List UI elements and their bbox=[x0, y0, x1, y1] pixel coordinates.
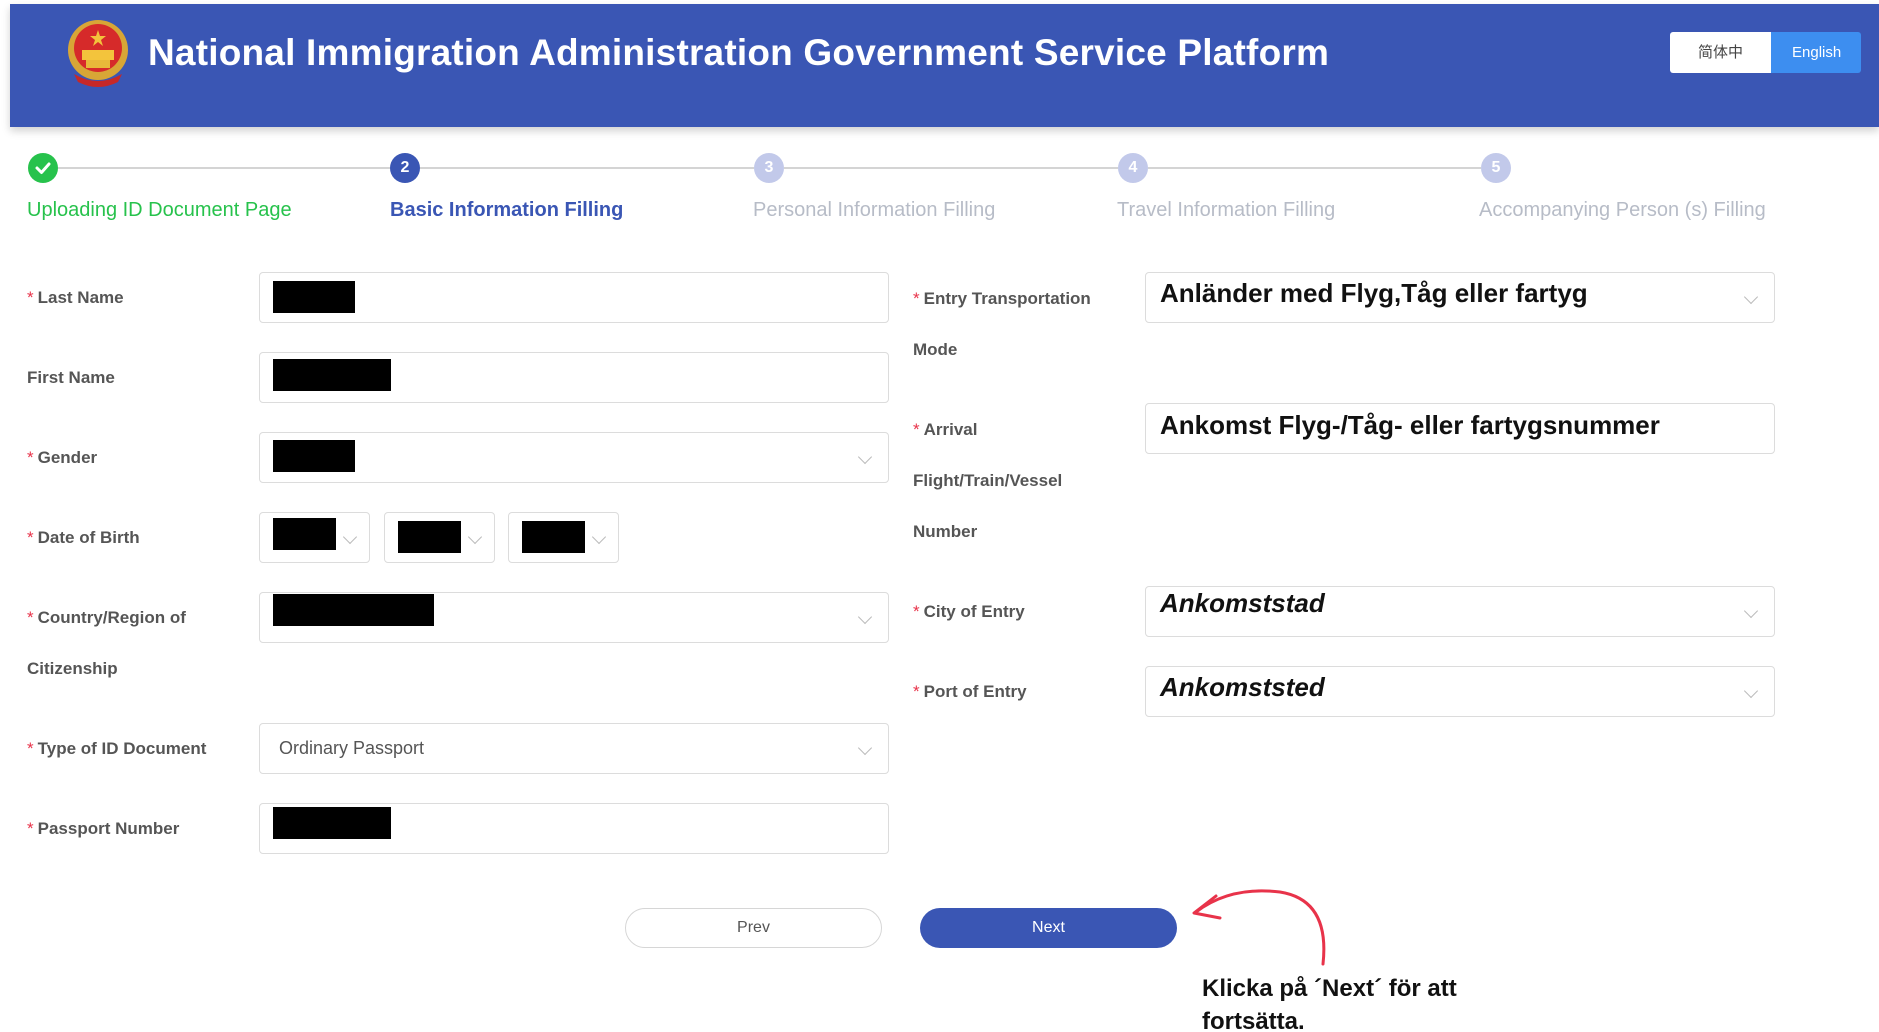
dob-month-select[interactable] bbox=[384, 512, 495, 563]
chevron-down-icon bbox=[857, 449, 873, 464]
next-button[interactable]: Next bbox=[920, 908, 1177, 948]
required-marker: * bbox=[27, 608, 34, 627]
chevron-down-icon bbox=[1743, 289, 1759, 304]
port-of-entry-select[interactable]: Ankomststed bbox=[1145, 666, 1775, 717]
step-2-label: Basic Information Filling bbox=[390, 199, 624, 221]
redaction-box bbox=[398, 521, 461, 553]
arrival-number-annotation: Ankomst Flyg-/Tåg- eller fartygsnummer bbox=[1160, 410, 1660, 440]
last-name-input[interactable] bbox=[259, 272, 889, 323]
arrival-number-label-line3: Number bbox=[913, 522, 978, 541]
country-select[interactable] bbox=[259, 592, 889, 643]
id-type-label-text: Type of ID Document bbox=[37, 739, 207, 758]
dob-year-select[interactable] bbox=[259, 512, 370, 563]
lang-english-button[interactable]: English bbox=[1771, 32, 1861, 73]
annotation-note: Klicka på ´Next´ för att fortsätta. bbox=[1202, 975, 1457, 1032]
prev-button[interactable]: Prev bbox=[625, 908, 882, 948]
port-of-entry-label: * Port of Entry bbox=[913, 682, 1027, 702]
chevron-down-icon bbox=[591, 529, 607, 544]
entry-mode-annotation: Anländer med Flyg,Tåg eller fartyg bbox=[1160, 278, 1588, 308]
entry-mode-label-line2: Mode bbox=[913, 340, 958, 359]
gender-select[interactable] bbox=[259, 432, 889, 483]
entry-mode-select[interactable]: Anländer med Flyg,Tåg eller fartyg bbox=[1145, 272, 1775, 323]
entry-mode-label: * Entry Transportation bbox=[913, 289, 1091, 309]
arrival-number-label-line2: Flight/Train/Vessel bbox=[913, 471, 1063, 490]
port-of-entry-annotation: Ankomststed bbox=[1160, 672, 1325, 702]
step-4-label: Travel Information Filling bbox=[1117, 199, 1336, 221]
redaction-box bbox=[273, 594, 434, 626]
step-connector bbox=[58, 167, 390, 169]
national-emblem-icon bbox=[68, 20, 128, 87]
required-marker: * bbox=[27, 288, 34, 307]
redaction-box bbox=[273, 807, 391, 839]
redaction-box bbox=[273, 440, 355, 472]
dob-day-select[interactable] bbox=[508, 512, 619, 563]
required-marker: * bbox=[27, 819, 34, 838]
redaction-box bbox=[273, 518, 336, 550]
first-name-input[interactable] bbox=[259, 352, 889, 403]
gender-label: * Gender bbox=[27, 448, 97, 468]
arrival-number-input[interactable]: Ankomst Flyg-/Tåg- eller fartygsnummer bbox=[1145, 403, 1775, 454]
last-name-label-text: Last Name bbox=[37, 288, 124, 307]
required-marker: * bbox=[913, 602, 920, 621]
site-title: National Immigration Administration Gove… bbox=[148, 32, 1330, 73]
city-of-entry-label-text: City of Entry bbox=[923, 602, 1025, 621]
id-type-select[interactable]: Ordinary Passport bbox=[259, 723, 889, 774]
redaction-box bbox=[522, 521, 585, 553]
required-marker: * bbox=[27, 448, 34, 467]
step-3-indicator: 3 bbox=[754, 153, 784, 183]
lang-chinese-button[interactable]: 简体中文 bbox=[1670, 32, 1771, 73]
site-header: National Immigration Administration Gove… bbox=[10, 4, 1879, 127]
step-5-indicator: 5 bbox=[1481, 153, 1511, 183]
dob-label: * Date of Birth bbox=[27, 528, 140, 548]
annotation-arrow-icon bbox=[1192, 889, 1326, 966]
country-label: * Country/Region of bbox=[27, 608, 186, 628]
step-3-label: Personal Information Filling bbox=[753, 199, 996, 221]
required-marker: * bbox=[913, 289, 920, 308]
arrival-number-label-text: Arrival bbox=[923, 420, 978, 439]
passport-label: * Passport Number bbox=[27, 819, 179, 839]
id-type-value: Ordinary Passport bbox=[279, 738, 425, 758]
port-of-entry-label-text: Port of Entry bbox=[923, 682, 1027, 701]
required-marker: * bbox=[913, 682, 920, 701]
language-switcher: 简体中文 English bbox=[1670, 32, 1861, 73]
passport-number-input[interactable] bbox=[259, 803, 889, 854]
gender-label-text: Gender bbox=[37, 448, 98, 467]
step-connector bbox=[784, 167, 1118, 169]
passport-label-text: Passport Number bbox=[37, 819, 180, 838]
city-of-entry-select[interactable]: Ankomststad bbox=[1145, 586, 1775, 637]
country-label-text: Country/Region of bbox=[37, 608, 186, 627]
chevron-down-icon bbox=[857, 740, 873, 755]
chevron-down-icon bbox=[467, 529, 483, 544]
step-1-label: Uploading ID Document Page bbox=[27, 199, 292, 221]
redaction-box bbox=[273, 281, 355, 313]
id-type-label: * Type of ID Document bbox=[27, 739, 206, 759]
step-5-label: Accompanying Person (s) Filling bbox=[1479, 199, 1766, 221]
dob-label-text: Date of Birth bbox=[37, 528, 140, 547]
chevron-down-icon bbox=[1743, 603, 1759, 618]
city-of-entry-label: * City of Entry bbox=[913, 602, 1025, 622]
step-connector bbox=[1148, 167, 1481, 169]
required-marker: * bbox=[27, 528, 34, 547]
required-marker: * bbox=[27, 739, 34, 758]
country-label-line2: Citizenship bbox=[27, 659, 118, 678]
redaction-box bbox=[273, 359, 391, 391]
entry-mode-label-text: Entry Transportation bbox=[923, 289, 1091, 308]
step-2-indicator: 2 bbox=[390, 153, 420, 183]
step-connector bbox=[420, 167, 754, 169]
step-4-indicator: 4 bbox=[1118, 153, 1148, 183]
step-1-check-icon bbox=[28, 153, 58, 183]
required-marker: * bbox=[913, 420, 920, 439]
chevron-down-icon bbox=[857, 609, 873, 624]
chevron-down-icon bbox=[342, 529, 358, 544]
first-name-label: First Name bbox=[27, 368, 115, 387]
city-of-entry-annotation: Ankomststad bbox=[1160, 588, 1325, 618]
last-name-label: * Last Name bbox=[27, 288, 124, 308]
arrival-number-label: * Arrival bbox=[913, 420, 978, 440]
chevron-down-icon bbox=[1743, 683, 1759, 698]
